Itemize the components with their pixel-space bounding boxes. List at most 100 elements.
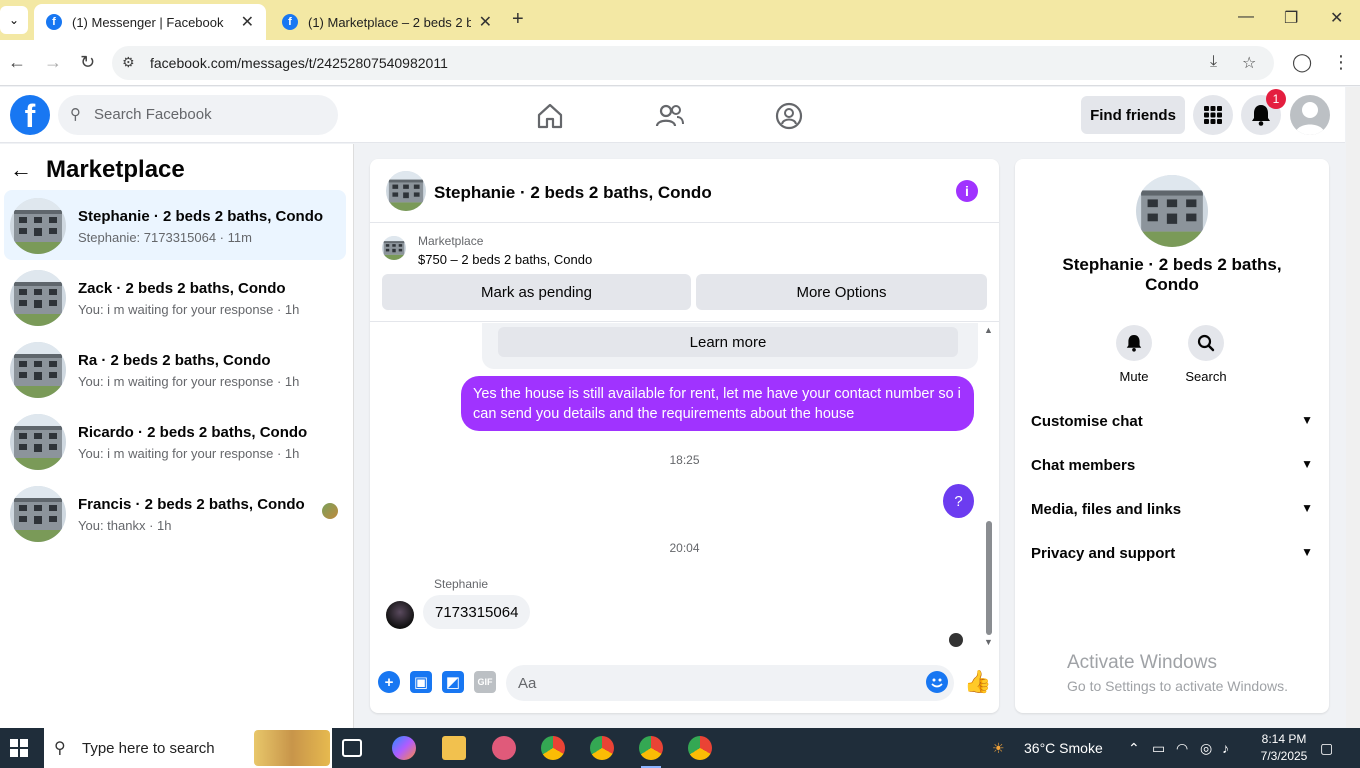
close-tab-icon[interactable]: ✕	[241, 12, 254, 32]
mark-as-pending-button[interactable]: Mark as pending	[382, 274, 691, 310]
listing-thumbnail	[10, 198, 66, 254]
facebook-logo-icon[interactable]: f	[10, 95, 50, 135]
camera-icon[interactable]: ◎	[1200, 740, 1212, 757]
menu-grid-button[interactable]	[1193, 95, 1233, 135]
emoji-icon[interactable]	[926, 671, 948, 693]
message-input[interactable]	[506, 665, 954, 701]
sticker-icon[interactable]: ◩	[442, 671, 464, 693]
conversation-name: Ra · 2 beds 2 baths, Condo	[78, 352, 271, 369]
listing-thumbnail[interactable]	[382, 236, 406, 260]
close-tab-icon[interactable]: ✕	[479, 12, 492, 32]
volume-icon[interactable]: ♪	[1222, 740, 1229, 756]
url-text[interactable]: facebook.com/messages/t/2425280754098201…	[150, 55, 448, 71]
groups-icon[interactable]	[774, 101, 804, 131]
browser-tab-marketplace[interactable]: f (1) Marketplace – 2 beds 2 bath ✕	[270, 4, 504, 40]
weather-icon[interactable]: ☀	[992, 740, 1005, 757]
minimize-icon[interactable]: —	[1238, 8, 1254, 26]
listing-thumbnail	[10, 486, 66, 542]
gif-icon[interactable]: GIF	[474, 671, 496, 693]
install-app-icon[interactable]: ⤓	[1210, 53, 1217, 71]
listing-thumbnail	[10, 270, 66, 326]
search-icon: ⚲	[70, 106, 81, 123]
chrome-secondary-icon[interactable]	[688, 736, 712, 760]
scroll-up-arrow[interactable]: ▲	[984, 325, 993, 335]
browser-menu-icon[interactable]: ⋮	[1332, 52, 1350, 73]
battery-icon[interactable]: ▭	[1152, 740, 1165, 757]
chat-scrollbar[interactable]	[986, 521, 992, 635]
grid-icon	[1204, 106, 1222, 124]
plus-icon[interactable]: +	[378, 671, 400, 693]
scroll-down-arrow[interactable]: ▼	[984, 637, 993, 647]
task-view-icon[interactable]	[342, 739, 362, 757]
find-friends-button[interactable]: Find friends	[1081, 96, 1185, 134]
system-clock[interactable]: 8:14 PM 7/3/2025	[1252, 731, 1316, 765]
more-options-button[interactable]: More Options	[696, 274, 987, 310]
timestamp: 20:04	[669, 541, 700, 555]
windows-start-icon[interactable]	[10, 739, 28, 757]
browser-tab-messenger[interactable]: f (1) Messenger | Facebook ✕	[34, 4, 266, 40]
outgoing-message: ?	[943, 484, 974, 518]
read-receipt-avatar	[949, 633, 963, 647]
file-explorer-icon[interactable]	[442, 736, 466, 760]
page-scrollbar[interactable]	[1346, 87, 1360, 728]
conversation-item-zack[interactable]: Zack · 2 beds 2 baths, Condo You: i m wa…	[4, 262, 346, 332]
thumbs-up-icon[interactable]: 👍	[964, 669, 991, 695]
mute-button[interactable]: Mute	[1104, 325, 1164, 384]
back-arrow-icon[interactable]: ←	[10, 157, 32, 183]
reload-icon[interactable]: ↻	[80, 52, 95, 73]
conversation-item-stephanie[interactable]: Stephanie · 2 beds 2 baths, Condo Stepha…	[4, 190, 346, 260]
facebook-search-input[interactable]: ⚲ Search Facebook	[58, 95, 338, 135]
timestamp: 18:25	[669, 453, 700, 467]
chevron-down-icon: ▼	[1301, 457, 1313, 471]
address-bar: ← → ↻ ⚙ facebook.com/messages/t/24252807…	[0, 40, 1360, 86]
chrome-active-icon[interactable]	[639, 736, 663, 768]
site-info-icon[interactable]: ⚙	[122, 54, 135, 71]
maximize-icon[interactable]: ❐	[1284, 8, 1298, 28]
close-window-icon[interactable]: ✕	[1330, 8, 1343, 28]
chat-profile-image[interactable]	[1136, 175, 1208, 247]
conversation-item-ra[interactable]: Ra · 2 beds 2 baths, Condo You: i m wait…	[4, 334, 346, 404]
notification-center-icon[interactable]: ▢	[1320, 740, 1333, 757]
chat-title[interactable]: Stephanie · 2 beds 2 baths, Condo	[434, 183, 712, 203]
bookmark-star-icon[interactable]: ☆	[1242, 53, 1256, 73]
activate-windows-watermark: Activate Windows Go to Settings to activ…	[1067, 652, 1288, 694]
snipping-tool-icon[interactable]	[492, 736, 516, 760]
listing-thumbnail	[10, 414, 66, 470]
back-icon[interactable]: ←	[8, 52, 26, 73]
search-in-chat-button[interactable]: Search	[1176, 325, 1236, 384]
conversation-preview: You: i m waiting for your response · 1h	[78, 446, 300, 461]
taskbar-search-box[interactable]: ⚲ Type here to search	[44, 728, 332, 768]
chrome-profile-f-icon[interactable]	[541, 736, 565, 760]
media-files-links-section[interactable]: Media, files and links ▼	[1023, 489, 1321, 529]
omnibox[interactable]: ⚙ facebook.com/messages/t/24252807540982…	[112, 46, 1274, 80]
learn-more-button[interactable]: Learn more	[498, 327, 958, 357]
photo-icon[interactable]: ▣	[410, 671, 432, 693]
friends-icon[interactable]	[655, 101, 685, 131]
new-tab-icon[interactable]: +	[512, 8, 524, 31]
chat-info-name: Stephanie · 2 beds 2 baths, Condo	[1062, 255, 1282, 294]
info-icon[interactable]: i	[956, 180, 978, 202]
bell-icon	[1252, 105, 1270, 126]
customise-chat-section[interactable]: Customise chat ▼	[1023, 401, 1321, 441]
copilot-icon[interactable]	[392, 736, 416, 760]
sender-avatar[interactable]	[386, 601, 414, 629]
wifi-icon[interactable]: ◠	[1176, 740, 1188, 757]
chat-members-section[interactable]: Chat members ▼	[1023, 445, 1321, 485]
message-list[interactable]: Learn more Yes the house is still availa…	[370, 323, 999, 653]
tab-search-button[interactable]: ⌄	[0, 6, 28, 34]
marketplace-conversation-list: ← Marketplace Stephanie · 2 beds 2 baths…	[0, 144, 354, 728]
privacy-support-section[interactable]: Privacy and support ▼	[1023, 533, 1321, 573]
conversation-item-ricardo[interactable]: Ricardo · 2 beds 2 baths, Condo You: i m…	[4, 406, 346, 476]
conversation-preview: You: thankx · 1h	[78, 518, 172, 533]
forward-icon[interactable]: →	[44, 52, 62, 73]
listing-price[interactable]: $750 – 2 beds 2 baths, Condo	[418, 252, 592, 267]
home-icon[interactable]	[535, 101, 565, 131]
chat-thumbnail[interactable]	[386, 171, 426, 211]
conversation-item-francis[interactable]: Francis · 2 beds 2 baths, Condo You: tha…	[4, 478, 346, 548]
show-hidden-icons[interactable]: ⌃	[1128, 740, 1140, 757]
chrome-icon[interactable]	[590, 736, 614, 760]
weather-text[interactable]: 36°C Smoke	[1024, 740, 1103, 756]
account-avatar[interactable]	[1290, 95, 1330, 135]
message-composer: + ▣ ◩ GIF 👍	[370, 659, 999, 707]
profile-icon[interactable]: ◯	[1292, 52, 1312, 73]
